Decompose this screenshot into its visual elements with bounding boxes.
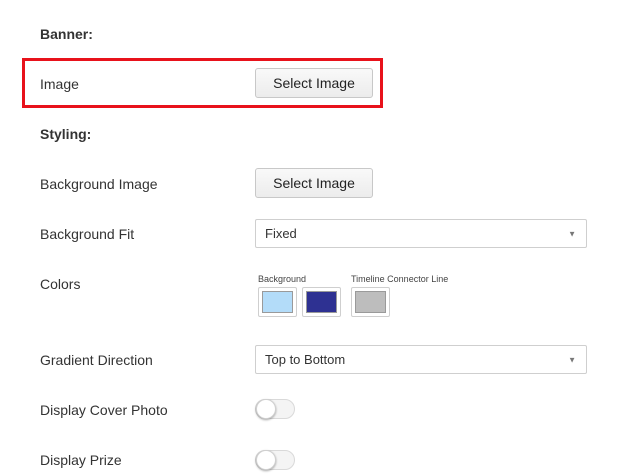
background-colors-label: Background [258,274,307,284]
styling-section-title: Styling: [40,126,92,142]
background-color-swatch-1[interactable] [258,287,297,317]
display-cover-photo-toggle[interactable] [255,399,295,419]
image-label: Image [40,76,79,92]
gradient-direction-label: Gradient Direction [40,352,153,368]
display-prize-label: Display Prize [40,452,122,468]
chevron-down-icon: ▼ [568,355,576,364]
select-background-image-button[interactable]: Select Image [255,168,373,198]
select-banner-image-button[interactable]: Select Image [255,68,373,98]
timeline-connector-color-swatch[interactable] [351,287,390,317]
display-prize-toggle[interactable] [255,450,295,470]
gradient-direction-value: Top to Bottom [265,352,346,367]
background-color-swatch-2[interactable] [302,287,341,317]
toggle-knob [256,450,276,470]
background-fit-label: Background Fit [40,226,135,242]
gradient-direction-select[interactable]: Top to Bottom ▼ [255,345,587,374]
background-fit-value: Fixed [265,226,297,241]
background-image-label: Background Image [40,176,158,192]
colors-label: Colors [40,276,81,292]
swatch-fill [355,291,386,313]
chevron-down-icon: ▼ [568,229,576,238]
banner-section-title: Banner: [40,26,93,42]
swatch-fill [306,291,337,313]
toggle-knob [256,399,276,419]
timeline-connector-line-label: Timeline Connector Line [351,274,449,284]
swatch-fill [262,291,293,313]
display-cover-photo-label: Display Cover Photo [40,402,168,418]
background-fit-select[interactable]: Fixed ▼ [255,219,587,248]
